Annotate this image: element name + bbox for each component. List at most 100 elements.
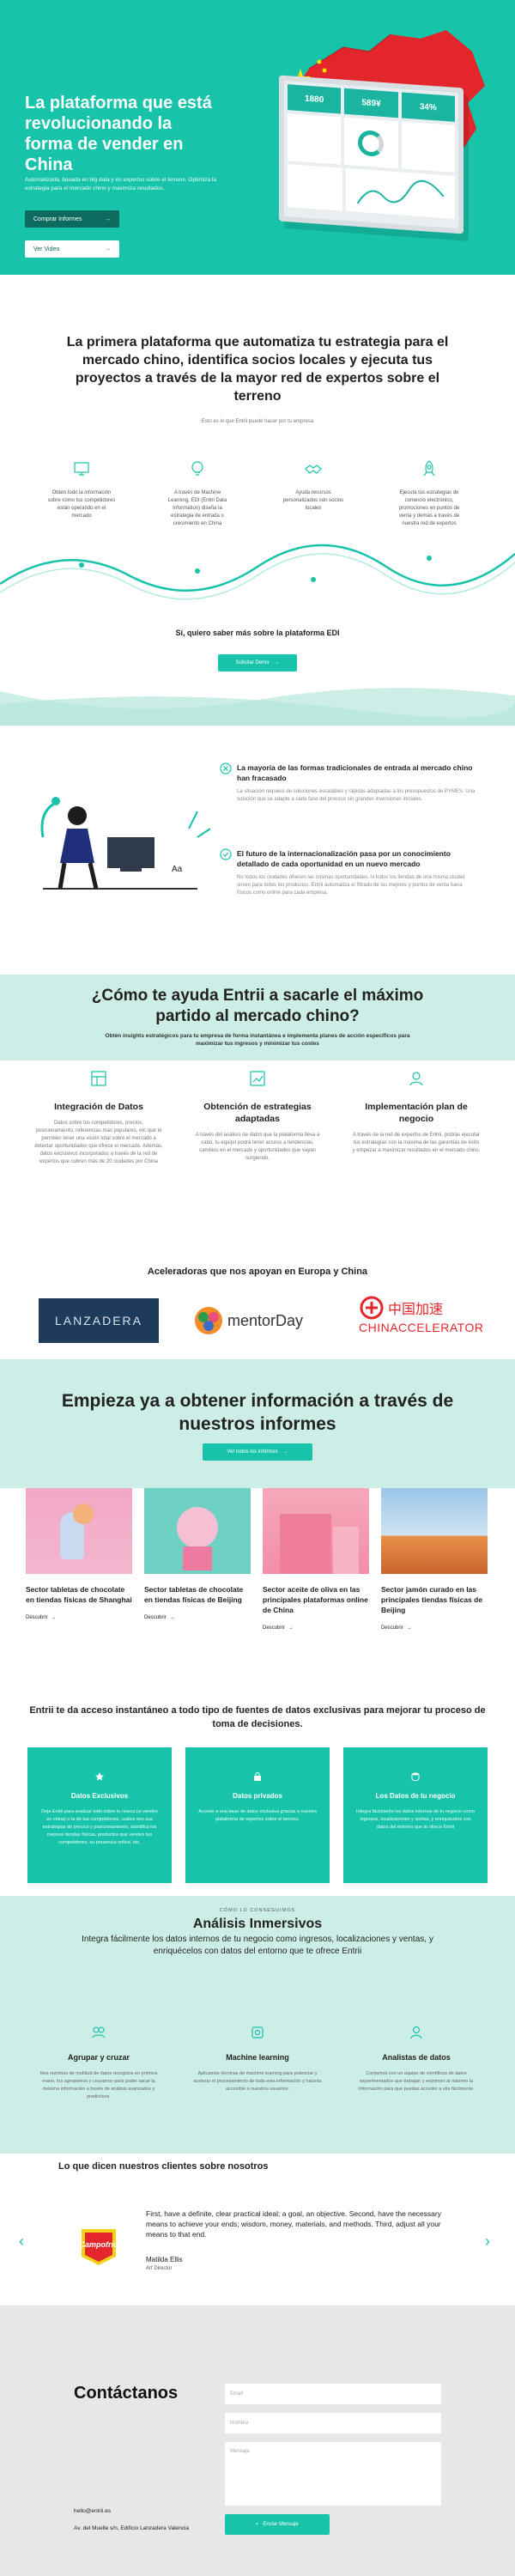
message-field[interactable]: Mensaje (225, 2442, 441, 2506)
sources-title: Entrii te da acceso instantáneo a todo t… (29, 1705, 486, 1729)
platform-cta-text: Sí, quiero saber más sobre la plataforma… (175, 629, 340, 637)
data-source-heading: Los Datos de tu negocio (375, 1792, 456, 1800)
contact-email[interactable]: hello@entrii.es (74, 2508, 111, 2514)
help-title: ¿Cómo te ayuda Entrii a sacarle el máxim… (91, 987, 424, 1025)
send-icon: ▪ (256, 2522, 258, 2527)
email-field[interactable]: Email (225, 2384, 441, 2404)
chinaccelerator-chinese-text: 中国加速 (388, 1301, 444, 1317)
problem-heading: El futuro de la internacionalización pas… (237, 849, 451, 868)
help-column-text: A través del análisis de datos que la pl… (195, 1133, 320, 1161)
dashboard-stat-card: 589¥ (344, 88, 398, 118)
testimonials-title: Lo que dicen nuestros clientes sobre nos… (58, 2161, 269, 2172)
analyst-icon (410, 2026, 422, 2039)
analysis-column-text: Nos nutrimos de multitud de datos recogi… (39, 2071, 158, 2099)
buy-reports-button[interactable]: Comprar Informes → (25, 210, 119, 228)
feature-text: Ejecuta tus estrategias de comercio elec… (398, 490, 460, 526)
request-demo-button[interactable]: Solicitar Demo → (218, 654, 297, 671)
close-circle-icon (220, 762, 232, 775)
discover-link[interactable]: Descubrir → (144, 1615, 251, 1620)
dashboard-stat-card: 34% (401, 92, 455, 122)
analysis-subtitle: Integra fácilmente los datos internos de… (82, 1935, 433, 1956)
help-subtitle: Obtén insights estratégicos para tu empr… (105, 1033, 410, 1047)
strategy-chart-icon (250, 1071, 265, 1086)
feature-text: Ayuda recursos personalizados con socios… (282, 490, 344, 511)
report-card[interactable]: Sector tabletas de chocolate en tiendas … (144, 1488, 251, 1620)
carousel-prev-arrow-icon[interactable]: ‹ (19, 2233, 31, 2250)
feature-text: A través de Machine Learning, EDI (Entri… (167, 490, 227, 526)
arrow-right-icon: → (282, 1449, 288, 1455)
send-message-label: Enviar Mensaje (263, 2522, 299, 2527)
dashboard-mockup: 1880 589¥ 34% (279, 75, 464, 234)
report-image (263, 1488, 369, 1574)
check-circle-icon (220, 848, 232, 860)
help-column: Implementación plan de negocio A través … (352, 1069, 481, 1155)
arrow-right-icon: → (105, 216, 111, 222)
database-icon (411, 1772, 420, 1782)
view-all-reports-button[interactable]: Ver todos los informes → (203, 1443, 312, 1461)
dashboard-panel (288, 164, 342, 211)
analysis-column: Agrupar y cruzar Nos nutrimos de multitu… (34, 2025, 163, 2101)
dashboard-panel (344, 117, 398, 169)
feature-item: Obtén todo la información sobre cómo tus… (47, 459, 116, 520)
data-source-text: Integra fácilmente los datos internos de… (356, 1809, 475, 1830)
discover-label: Descubrir (381, 1625, 403, 1631)
name-field[interactable]: Nombre (225, 2413, 441, 2433)
feature-item: A través de Machine Learning, EDI (Entri… (163, 459, 232, 528)
lock-icon (254, 1772, 261, 1781)
arrow-right-icon: → (288, 1625, 294, 1631)
analysis-kicker: CÓMO LO CONSEGUIMOS (219, 1908, 296, 1913)
data-source-card: Los Datos de tu negocio Integra fácilmen… (343, 1747, 488, 1883)
discover-label: Descubrir (144, 1615, 167, 1620)
report-card[interactable]: Sector aceite de oliva en las principale… (263, 1488, 369, 1631)
discover-link[interactable]: Descubrir → (26, 1615, 132, 1620)
data-source-card: Datos Exclusivos Deja Entrii para analiz… (27, 1747, 172, 1883)
analysis-column-heading: Agrupar y cruzar (67, 2053, 130, 2062)
help-column-text: A través de la red de expertos de Entrii… (352, 1133, 481, 1153)
problem-heading: La mayoría de las formas tradicionales d… (237, 763, 473, 782)
svg-text:Aa: Aa (172, 865, 183, 874)
problem-item: El futuro de la internacionalización pas… (220, 848, 477, 897)
arrow-right-icon: → (274, 660, 280, 665)
problem-text: La situación requiere de soluciones esca… (237, 789, 476, 802)
lightbulb-icon (191, 461, 203, 476)
report-card[interactable]: Sector tabletas de chocolate en tiendas … (26, 1488, 132, 1620)
hero-subtitle: Automatizada, basada en big data y en ex… (25, 177, 216, 191)
analysis-column-text: Contamos con un equipo de científicos de… (358, 2071, 475, 2092)
machine-learning-icon (251, 2026, 264, 2038)
arrow-right-icon: → (105, 246, 111, 252)
carousel-next-arrow-icon[interactable]: › (485, 2233, 497, 2250)
testimonial-role: Art Director (146, 2266, 173, 2271)
data-source-heading: Datos Exclusivos (70, 1792, 129, 1800)
data-integration-icon (91, 1071, 106, 1086)
analysis-column-heading: Analistas de datos (382, 2053, 451, 2062)
data-source-text: Deja Entrii para analizar todo sobre tu … (41, 1809, 158, 1845)
testimonial-quote: First, have a definite, clear practical … (146, 2209, 441, 2239)
arrow-right-icon: → (169, 1615, 175, 1620)
view-all-reports-label: Ver todos los informes (227, 1449, 278, 1455)
report-card[interactable]: Sector jamón curado en las principales t… (381, 1488, 488, 1631)
watch-video-button[interactable]: Ver Video → (25, 240, 119, 258)
platform-title: La primera plataforma que automatiza tu … (66, 335, 449, 404)
discover-link[interactable]: Descubrir → (263, 1625, 369, 1631)
rocket-icon (423, 460, 435, 477)
contact-title: Contáctanos (74, 2384, 179, 2403)
feature-item: Ejecuta tus estrategias de comercio elec… (395, 459, 464, 528)
watch-video-label: Ver Video (33, 246, 60, 252)
platform-subtitle: Esto es lo que Entrii puede hacer por tu… (201, 419, 314, 424)
chinaccelerator-logo: 中国加速 CHINACCELERATOR (359, 1295, 483, 1346)
discover-link[interactable]: Descubrir → (381, 1625, 488, 1631)
testimonial-author: Matilda Ellis (146, 2256, 183, 2263)
person-at-desk-illustration: Aa (40, 797, 211, 890)
business-plan-icon (409, 1072, 423, 1086)
reports-title: Empieza ya a obtener información a travé… (61, 1391, 454, 1434)
section-wave-divider (0, 688, 515, 726)
dashboard-stat-card: 1880 (288, 84, 342, 114)
group-icon (92, 2026, 106, 2038)
report-title: Sector aceite de oliva en las principale… (263, 1585, 368, 1614)
hero-section: 1880 589¥ 34% La plataforma que está rev… (0, 0, 515, 275)
help-column-text: Datos sobre tus competidores, precios, p… (34, 1121, 163, 1164)
send-message-button[interactable]: ▪ Enviar Mensaje (225, 2514, 330, 2535)
help-column: Obtención de estrategias adaptadas A tra… (193, 1069, 322, 1163)
monitor-icon (74, 462, 89, 476)
analysis-column: Analistas de datos Contamos con un equip… (352, 2025, 481, 2093)
